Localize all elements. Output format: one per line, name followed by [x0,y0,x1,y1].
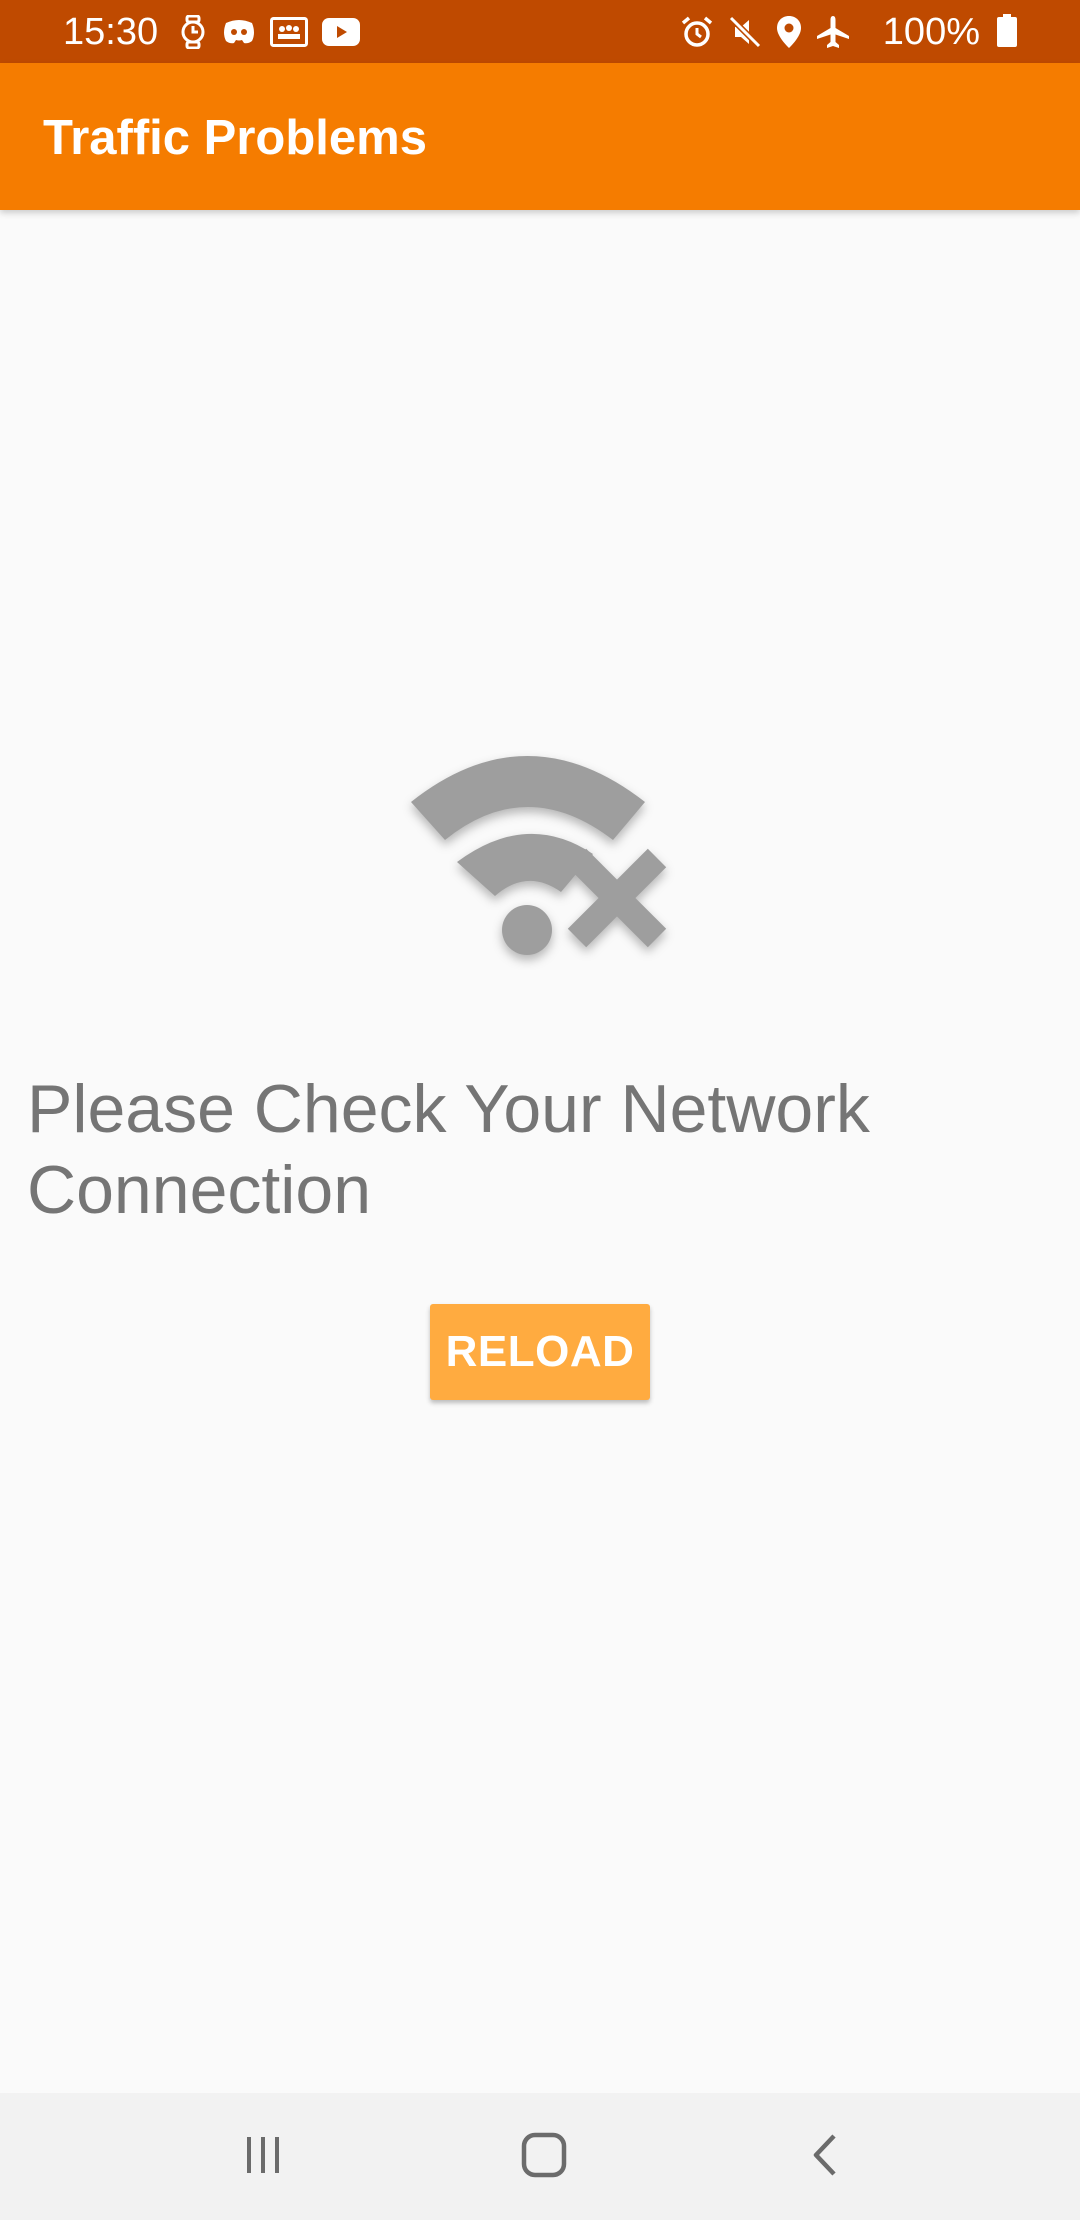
location-icon [776,15,802,49]
home-button[interactable] [484,2115,604,2199]
discord-icon [222,17,256,47]
notification-icons [178,13,360,51]
app-title: Traffic Problems [43,111,427,165]
teams-icon [270,17,308,47]
back-button[interactable] [765,2115,885,2199]
battery-percentage: 100% [882,11,980,53]
mute-icon [728,15,762,49]
main-content: Please Check Your Network Connection REL… [0,210,1080,2093]
home-icon [521,2132,567,2183]
recents-icon [241,2135,285,2180]
battery-icon [996,14,1018,48]
no-wifi-icon [405,750,675,980]
youtube-icon [322,18,360,46]
alarm-icon [680,15,714,49]
back-icon [810,2132,840,2183]
system-icons [680,13,850,51]
reload-button[interactable]: RELOAD [430,1304,650,1400]
app-bar: Traffic Problems [0,63,1080,210]
network-error-message: Please Check Your Network Connection [27,1071,870,1228]
status-time: 15:30 [63,11,159,53]
recents-button[interactable] [203,2115,323,2199]
status-bar: 15:30 100% [0,0,1080,63]
airplane-mode-icon [816,15,850,49]
navigation-bar [0,2093,1080,2220]
watch-icon [178,15,208,49]
